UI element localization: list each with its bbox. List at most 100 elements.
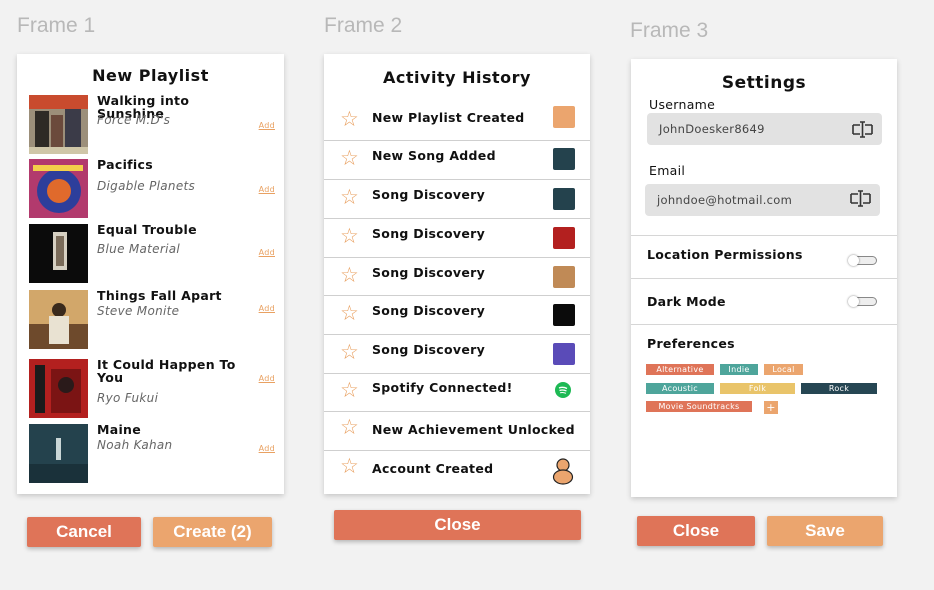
activity-label: New Achievement Unlocked bbox=[372, 422, 575, 437]
album-cover bbox=[29, 290, 88, 349]
preferences-label: Preferences bbox=[647, 336, 735, 351]
tag-chip[interactable]: Rock bbox=[801, 383, 877, 394]
album-thumbnail bbox=[553, 227, 575, 249]
settings-panel: Settings Username JohnDoesker8649 Email … bbox=[631, 59, 897, 497]
activity-label: Song Discovery bbox=[372, 303, 486, 318]
activity-row: ☆ Song Discovery bbox=[324, 334, 590, 373]
frame-3-label: Frame 3 bbox=[630, 19, 709, 42]
activity-label: Spotify Connected! bbox=[372, 380, 513, 395]
album-thumbnail bbox=[553, 148, 575, 170]
song-title: It Could Happen To You bbox=[97, 357, 236, 385]
playlist-item: Equal Trouble Blue Material Add bbox=[29, 222, 275, 284]
activity-label: Song Discovery bbox=[372, 187, 486, 202]
email-label: Email bbox=[649, 163, 686, 178]
activity-row: ☆ Account Created bbox=[324, 450, 590, 494]
activity-row: ☆ New Achievement Unlocked bbox=[324, 411, 590, 450]
activity-row: ☆ Song Discovery bbox=[324, 179, 590, 218]
dark-mode-label: Dark Mode bbox=[647, 294, 726, 309]
album-thumbnail bbox=[553, 343, 575, 365]
close-activity-button[interactable]: Close bbox=[334, 510, 581, 540]
email-field[interactable]: johndoe@hotmail.com bbox=[645, 184, 880, 216]
activity-label: Account Created bbox=[372, 461, 494, 476]
album-thumbnail bbox=[553, 266, 575, 288]
activity-history-panel: Activity History ☆ New Playlist Created … bbox=[324, 54, 590, 494]
spotify-icon bbox=[555, 382, 571, 398]
star-icon[interactable]: ☆ bbox=[340, 417, 359, 438]
playlist-item: It Could Happen To You Ryo Fukui Add bbox=[29, 357, 275, 419]
tag-chip[interactable]: Indie bbox=[720, 364, 758, 375]
add-link[interactable]: Add bbox=[259, 374, 275, 383]
album-cover bbox=[29, 159, 88, 218]
add-link[interactable]: Add bbox=[259, 444, 275, 453]
activity-row: ☆ Song Discovery bbox=[324, 218, 590, 257]
album-thumbnail bbox=[553, 188, 575, 210]
add-link[interactable]: Add bbox=[259, 248, 275, 257]
dark-mode-toggle[interactable] bbox=[848, 296, 877, 307]
album-cover bbox=[29, 359, 88, 418]
add-link[interactable]: Add bbox=[259, 304, 275, 313]
location-permissions-label: Location Permissions bbox=[647, 247, 803, 262]
star-icon[interactable]: ☆ bbox=[340, 265, 359, 286]
star-icon[interactable]: ☆ bbox=[340, 187, 359, 208]
activity-label: Song Discovery bbox=[372, 342, 486, 357]
tag-chip[interactable]: Folk bbox=[720, 383, 795, 394]
playlist-item: Walking into Sunshine Force M.D's Add bbox=[29, 94, 275, 155]
new-playlist-panel: New Playlist Walking into Sunshine Force… bbox=[17, 54, 284, 494]
star-icon[interactable]: ☆ bbox=[340, 342, 359, 363]
activity-label: Song Discovery bbox=[372, 226, 486, 241]
cancel-button[interactable]: Cancel bbox=[27, 517, 141, 547]
album-cover bbox=[29, 224, 88, 283]
add-tag-button[interactable]: + bbox=[764, 401, 778, 414]
activity-label: New Playlist Created bbox=[372, 110, 525, 125]
star-icon[interactable]: ☆ bbox=[340, 380, 359, 401]
playlist-item: Things Fall Apart Steve Monite Add bbox=[29, 289, 275, 350]
tag-chip[interactable]: Movie Soundtracks bbox=[646, 401, 752, 412]
star-icon[interactable]: ☆ bbox=[340, 303, 359, 324]
playlist-item: Pacifics Digable Planets Add bbox=[29, 157, 275, 219]
divider bbox=[631, 324, 897, 325]
song-artist: Blue Material bbox=[97, 242, 181, 256]
avatar-icon bbox=[552, 458, 574, 485]
username-field[interactable]: JohnDoesker8649 bbox=[647, 113, 882, 145]
album-cover bbox=[29, 95, 88, 154]
playlist-title: New Playlist bbox=[92, 66, 209, 85]
star-icon[interactable]: ☆ bbox=[340, 456, 359, 477]
activity-row: ☆ Song Discovery bbox=[324, 257, 590, 295]
divider bbox=[631, 278, 897, 279]
frame-1-label: Frame 1 bbox=[17, 14, 96, 37]
add-link[interactable]: Add bbox=[259, 121, 275, 130]
star-icon[interactable]: ☆ bbox=[340, 148, 359, 169]
activity-label: Song Discovery bbox=[372, 265, 486, 280]
activity-label: New Song Added bbox=[372, 148, 496, 163]
create-button[interactable]: Create (2) bbox=[153, 517, 272, 547]
close-settings-button[interactable]: Close bbox=[637, 516, 755, 546]
song-title: Equal Trouble bbox=[97, 222, 197, 237]
save-button[interactable]: Save bbox=[767, 516, 883, 546]
playlist-item: Maine Noah Kahan Add bbox=[29, 422, 275, 484]
song-artist: Ryo Fukui bbox=[97, 391, 159, 405]
activity-row: ☆ New Song Added bbox=[324, 140, 590, 179]
song-artist: Digable Planets bbox=[97, 179, 196, 193]
activity-row: ☆ Spotify Connected! bbox=[324, 373, 590, 411]
song-title: Pacifics bbox=[97, 157, 153, 172]
song-title: Maine bbox=[97, 422, 142, 437]
star-icon[interactable]: ☆ bbox=[340, 109, 359, 130]
star-icon[interactable]: ☆ bbox=[340, 226, 359, 247]
activity-row: ☆ New Playlist Created bbox=[324, 100, 590, 140]
location-permissions-toggle[interactable] bbox=[848, 255, 877, 266]
song-artist: Steve Monite bbox=[97, 304, 180, 318]
tag-chip[interactable]: Acoustic bbox=[646, 383, 714, 394]
divider bbox=[631, 235, 897, 236]
text-cursor-icon bbox=[850, 190, 871, 207]
tag-chip[interactable]: Alternative bbox=[646, 364, 714, 375]
tag-chip[interactable]: Local bbox=[764, 364, 803, 375]
email-value: johndoe@hotmail.com bbox=[657, 193, 793, 207]
username-label: Username bbox=[649, 97, 716, 112]
album-cover bbox=[29, 424, 88, 483]
settings-title: Settings bbox=[721, 73, 807, 93]
username-value: JohnDoesker8649 bbox=[659, 122, 765, 136]
album-thumbnail bbox=[553, 304, 575, 326]
add-link[interactable]: Add bbox=[259, 185, 275, 194]
song-artist: Force M.D's bbox=[97, 113, 171, 127]
text-cursor-icon bbox=[852, 121, 873, 138]
